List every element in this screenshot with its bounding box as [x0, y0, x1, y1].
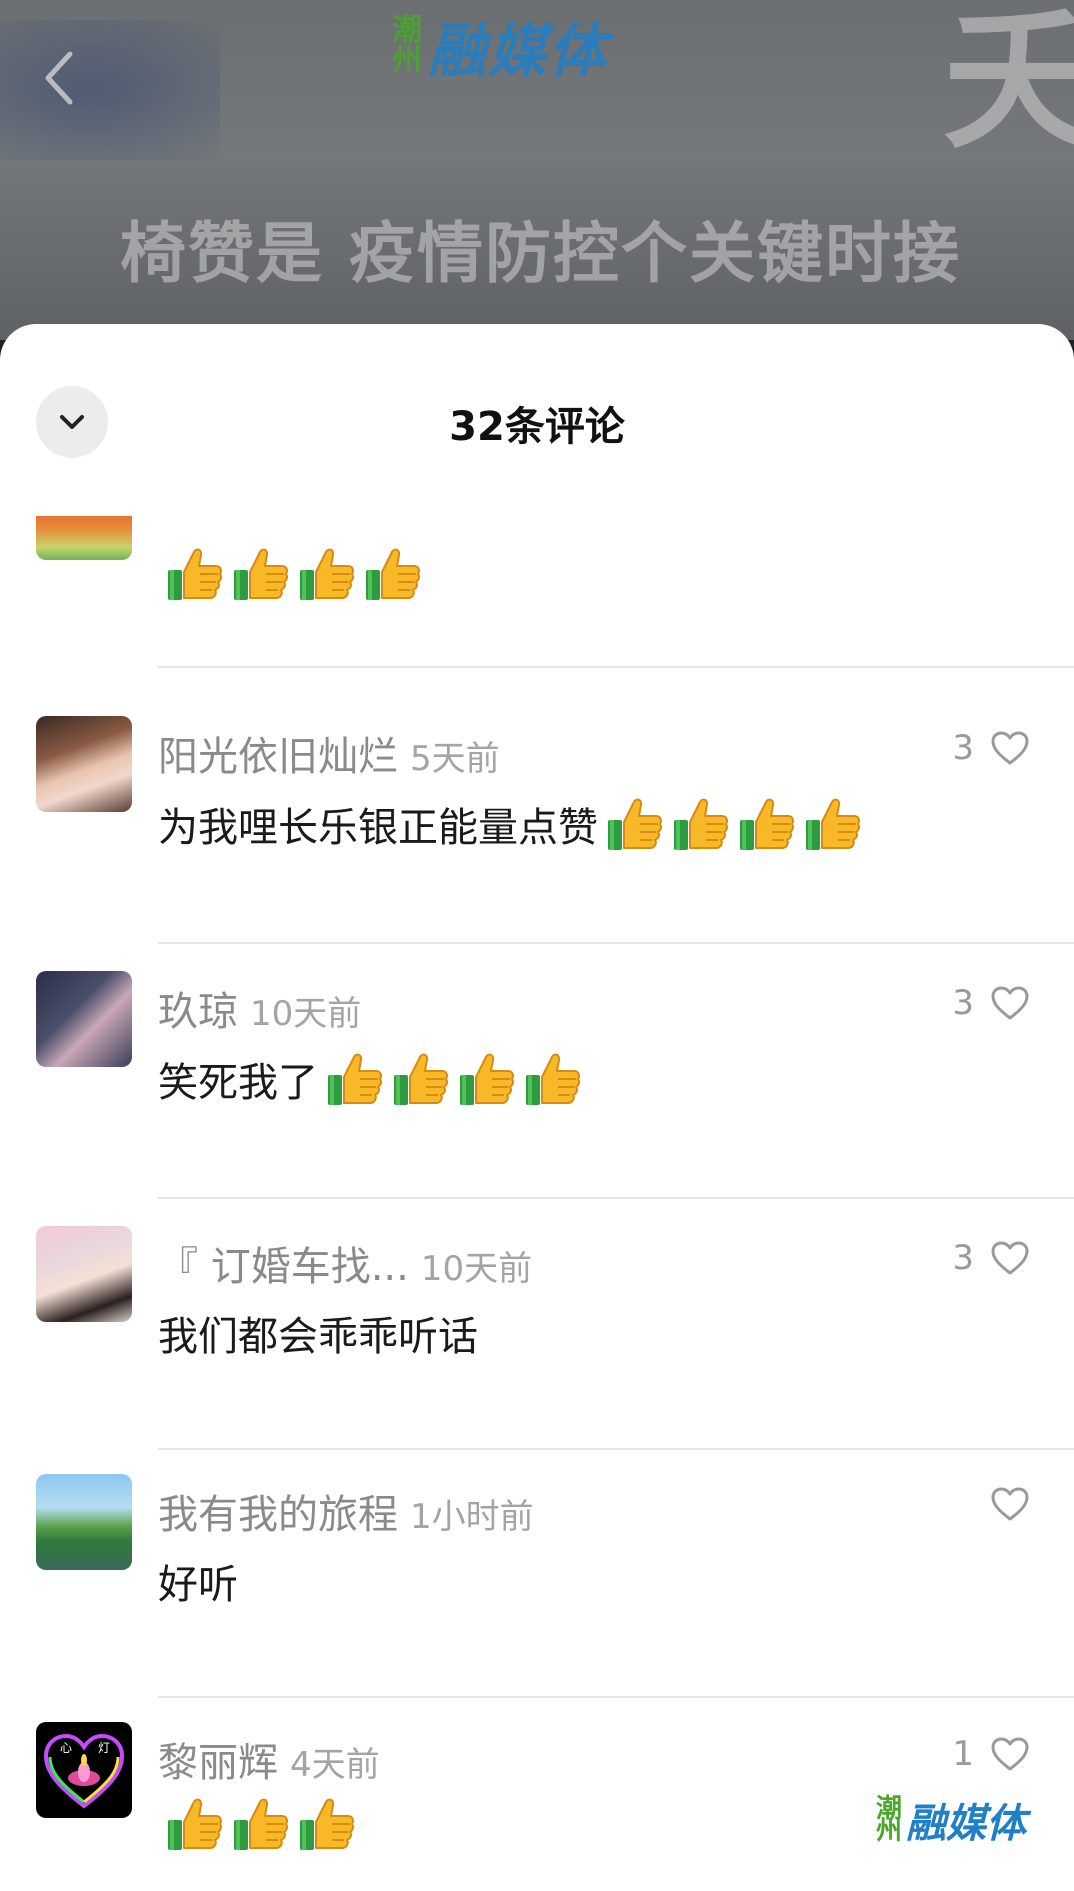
divider — [158, 1448, 1074, 1450]
thumbs-up-icon — [300, 1798, 355, 1850]
comment-meta: 阳光依旧灿烂 5天前 — [158, 724, 500, 782]
thumbs-up-icon — [366, 548, 421, 600]
comment-username[interactable]: 我有我的旅程 — [158, 1492, 398, 1538]
sheet-header: 32条评论 — [0, 324, 1074, 458]
avatar[interactable] — [36, 971, 132, 1067]
avatar[interactable] — [36, 1474, 132, 1570]
divider — [158, 1696, 1074, 1698]
thumbs-up-icon — [608, 798, 663, 850]
video-logo-mark: 潮 州 — [392, 13, 422, 78]
avatar[interactable] — [36, 716, 132, 812]
thumbs-up-icon — [234, 548, 289, 600]
comment-time: 10天前 — [250, 994, 362, 1034]
comment-meta: 『 订婚车找... 10天前 — [158, 1234, 532, 1292]
comments-count-title: 32条评论 — [449, 404, 625, 450]
thumbs-up-emoji-group — [158, 544, 422, 604]
watermark-mark: 潮 州 — [875, 1794, 902, 1846]
video-caption: 椅赞是 疫情防控个关键时接 — [120, 215, 961, 292]
comment-text — [158, 544, 422, 604]
comment-username[interactable]: 『 订婚车找... — [158, 1244, 409, 1290]
video-logo: 潮 州 融媒体 — [392, 6, 608, 86]
lamp-char-right: 灯 — [98, 1741, 110, 1755]
thumbs-up-emoji-group — [158, 1794, 356, 1854]
comment-item: 『 订婚车找... 10天前 3 我们都会乖乖听话 — [0, 1226, 1074, 1474]
comment-text: 笑死我了 — [158, 1049, 582, 1109]
comment-username[interactable]: 黎丽辉 — [158, 1740, 278, 1786]
comment-username[interactable]: 阳光依旧灿烂 — [158, 734, 398, 780]
comment-time: 10天前 — [420, 1249, 533, 1289]
thumbs-up-emoji-group — [598, 794, 862, 854]
thumbs-up-icon — [526, 1053, 581, 1105]
comment-text: 为我哩长乐银正能量点赞 — [158, 794, 862, 854]
thumbs-up-emoji-group — [318, 1049, 582, 1109]
thumbs-up-icon — [394, 1053, 449, 1105]
video-big-text: 夭 — [943, 0, 1074, 169]
video-logo-text: 融媒体 — [428, 17, 609, 85]
comment-meta: 我有我的旅程 1小时前 — [158, 1482, 534, 1540]
heart-icon — [991, 1737, 1029, 1771]
comment-time: 1小时前 — [410, 1497, 534, 1537]
avatar[interactable] — [36, 516, 132, 560]
like-button[interactable] — [974, 1486, 1030, 1522]
divider — [158, 666, 1074, 668]
divider — [158, 1197, 1074, 1199]
comment-text — [158, 1794, 356, 1854]
comments-sheet: 32条评论 阳光依旧灿烂 5天前 3 为我哩长乐银正能量点赞 玖琼 10天前 3… — [0, 324, 1074, 1891]
thumbs-up-icon — [806, 798, 861, 850]
like-button[interactable]: 3 — [952, 1238, 1030, 1278]
comment-text: 我们都会乖乖听话 — [158, 1314, 478, 1360]
video-haze — [0, 20, 220, 160]
comment-item — [0, 516, 1074, 746]
like-count: 3 — [952, 1238, 974, 1278]
like-count: 3 — [952, 728, 974, 768]
avatar[interactable]: 心 灯 — [36, 1722, 132, 1818]
thumbs-up-icon — [328, 1053, 383, 1105]
heart-icon — [991, 986, 1029, 1020]
thumbs-up-icon — [168, 548, 223, 600]
thumbs-up-icon — [674, 798, 729, 850]
like-button[interactable]: 3 — [952, 983, 1030, 1023]
lamp-char-left: 心 — [60, 1741, 72, 1755]
like-count: 1 — [952, 1734, 974, 1774]
heart-icon — [991, 1241, 1029, 1275]
comment-list[interactable]: 阳光依旧灿烂 5天前 3 为我哩长乐银正能量点赞 玖琼 10天前 3 笑死我了 … — [0, 516, 1074, 1891]
comment-meta: 玖琼 10天前 — [158, 979, 361, 1037]
back-arrow-icon[interactable] — [40, 48, 80, 108]
thumbs-up-icon — [168, 1798, 223, 1850]
comment-item: 玖琼 10天前 3 笑死我了 — [0, 971, 1074, 1226]
comment-meta: 黎丽辉 4天前 — [158, 1730, 380, 1788]
heart-icon — [991, 731, 1029, 765]
thumbs-up-icon — [300, 548, 355, 600]
thumbs-up-icon — [234, 1798, 289, 1850]
like-count: 3 — [952, 983, 974, 1023]
video-background: 夭 潮 州 融媒体 椅赞是 疫情防控个关键时接 — [0, 0, 1074, 340]
like-button[interactable]: 1 — [952, 1734, 1030, 1774]
comment-item: 我有我的旅程 1小时前 好听 — [0, 1474, 1074, 1722]
comment-time: 5天前 — [410, 739, 500, 779]
thumbs-up-icon — [740, 798, 795, 850]
watermark-text: 融媒体 — [906, 1801, 1026, 1847]
like-button[interactable]: 3 — [952, 728, 1030, 768]
avatar[interactable] — [36, 1226, 132, 1322]
comment-time: 4天前 — [290, 1745, 380, 1785]
thumbs-up-icon — [460, 1053, 515, 1105]
divider — [158, 942, 1074, 944]
heart-icon — [991, 1487, 1029, 1521]
comment-text: 好听 — [158, 1562, 238, 1608]
heart-lamp-avatar-art: 心 灯 — [43, 1733, 125, 1809]
comment-item: 阳光依旧灿烂 5天前 3 为我哩长乐银正能量点赞 — [0, 716, 1074, 971]
watermark-logo: 潮 州 融媒体 — [876, 1791, 1026, 1849]
comment-username[interactable]: 玖琼 — [158, 989, 238, 1035]
